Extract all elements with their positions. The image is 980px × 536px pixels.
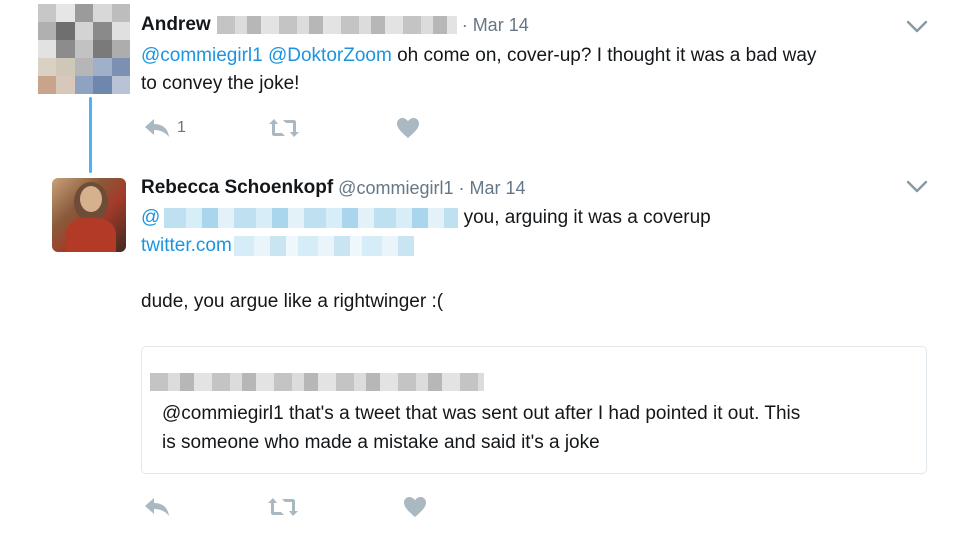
tweet2-actions: [143, 496, 427, 518]
separator-dot: ·: [461, 14, 468, 35]
chevron-down-icon[interactable]: [906, 180, 928, 194]
heart-icon: [404, 497, 426, 517]
tweet2-text-line1: you, arguing it was a coverup: [463, 207, 711, 228]
redacted-author: [150, 373, 484, 391]
tweet2-author-name[interactable]: Rebecca Schoenkopf: [141, 177, 333, 199]
quoted-tweet-author: [150, 373, 484, 391]
tweet1-text-line2: to convey the joke!: [141, 73, 300, 94]
avatar-andrew[interactable]: [38, 4, 130, 94]
reply-icon: [145, 119, 169, 137]
quoted-tweet[interactable]: @commiegirl1 that's a tweet that was sen…: [141, 346, 927, 474]
tweet1-date[interactable]: Mar 14: [473, 15, 529, 36]
tweet2-author-handle[interactable]: @commiegirl1: [338, 178, 453, 199]
mention-link[interactable]: @DoktorZoom: [268, 45, 392, 66]
tweet1-author-name[interactable]: Andrew: [141, 14, 211, 36]
reply-icon: [145, 498, 169, 516]
tweet1-actions: 1: [143, 117, 420, 139]
tweet2-text: @ you, arguing it was a coverup twitter.…: [141, 204, 941, 260]
like-button[interactable]: [403, 496, 427, 518]
retweet-icon: [268, 119, 299, 137]
tweet2-body: dude, you argue like a rightwinger :(: [141, 291, 444, 312]
reply-button[interactable]: [143, 497, 171, 517]
quoted-tweet-text: @commiegirl1 that's a tweet that was sen…: [162, 399, 902, 457]
like-button[interactable]: [396, 117, 420, 139]
reply-count: 1: [177, 119, 186, 136]
retweet-button[interactable]: [268, 118, 300, 138]
tweet1-header: Andrew · Mar 14: [141, 14, 529, 36]
tweet2-date[interactable]: Mar 14: [469, 178, 525, 199]
retweet-icon: [268, 498, 298, 516]
redacted-mentions: [164, 207, 459, 228]
heart-icon: [396, 118, 419, 138]
chevron-down-icon[interactable]: [906, 20, 928, 34]
tweet1-text-line1: oh come on, cover-up? I thought it was a…: [397, 45, 817, 66]
redacted-link-path: [233, 235, 414, 256]
mention-link[interactable]: @commiegirl1: [141, 45, 263, 66]
redacted-handle: [216, 16, 457, 34]
quoted-tweet-line2: is someone who made a mistake and said i…: [162, 432, 600, 453]
reply-button[interactable]: 1: [143, 118, 186, 138]
retweet-button[interactable]: [267, 497, 299, 517]
avatar-rebecca-schoenkopf[interactable]: [52, 178, 126, 252]
quoted-tweet-link[interactable]: twitter.com: [141, 235, 232, 256]
tweet1-text: @commiegirl1 @DoktorZoom oh come on, cov…: [141, 42, 941, 98]
timeline: Andrew · Mar 14 @commiegirl1 @DoktorZoom…: [0, 0, 980, 536]
tweet2-header: Rebecca Schoenkopf @commiegirl1 · Mar 14: [141, 177, 526, 199]
mention-link[interactable]: @: [141, 207, 160, 228]
separator-dot: ·: [458, 177, 465, 198]
thread-connector: [89, 97, 92, 173]
quoted-tweet-line1: @commiegirl1 that's a tweet that was sen…: [162, 403, 801, 424]
